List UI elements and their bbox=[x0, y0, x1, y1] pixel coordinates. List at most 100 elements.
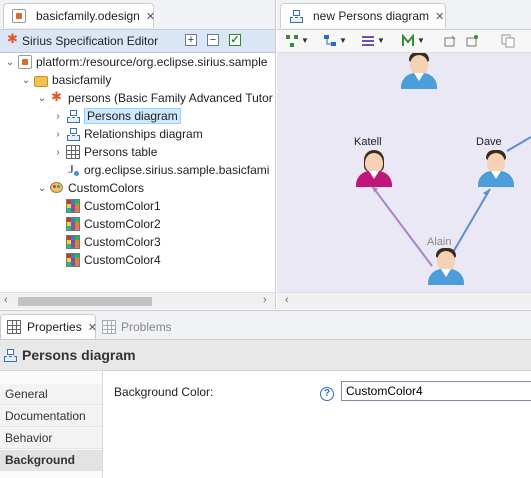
color-icon bbox=[66, 199, 80, 213]
properties-section-list: General Documentation Behavior Backgroun… bbox=[0, 371, 103, 478]
tree-item-persons-viewpoint[interactable]: ⌄ persons (Basic Family Advanced Tutor bbox=[36, 89, 273, 107]
tree-item-customcolor1[interactable]: CustomColor1 bbox=[52, 197, 161, 215]
diagram-editor: new Persons diagram ✕ ▼ ▼ ▼ ▼ Katell Dav… bbox=[277, 0, 531, 309]
tree-item-relationships-diagram[interactable]: › Relationships diagram bbox=[52, 125, 203, 143]
dropdown-arrow-icon[interactable]: ▼ bbox=[417, 36, 425, 45]
scrollbar-thumb[interactable] bbox=[18, 297, 152, 306]
person-node-alain[interactable] bbox=[426, 248, 466, 285]
collapse-all-button[interactable]: − bbox=[207, 34, 219, 46]
tree-item-platform-resource[interactable]: ⌄ platform:/resource/org.eclipse.sirius.… bbox=[4, 53, 267, 71]
filters-icon[interactable] bbox=[401, 33, 415, 48]
properties-header: Persons diagram bbox=[0, 340, 531, 371]
person-node-katell[interactable] bbox=[354, 150, 394, 187]
diagram-toolbar: ▼ ▼ ▼ ▼ bbox=[277, 30, 531, 53]
close-icon[interactable]: ✕ bbox=[88, 321, 97, 334]
editor-header: Sirius Specification Editor + − ✓ bbox=[0, 30, 275, 53]
odesign-editor: basicfamily.odesign ✕ Sirius Specificati… bbox=[0, 0, 276, 309]
tree-item-label: CustomColor2 bbox=[84, 217, 161, 231]
dropdown-arrow-icon[interactable]: ▼ bbox=[377, 36, 385, 45]
horizontal-scrollbar[interactable]: ‹ › bbox=[0, 292, 275, 309]
viewpoint-icon bbox=[50, 89, 64, 105]
expand-chevron-icon[interactable]: › bbox=[52, 111, 64, 122]
male-person-icon bbox=[487, 153, 505, 173]
tree-item-customcolors[interactable]: ⌄ CustomColors bbox=[36, 179, 144, 197]
tree-item-label: CustomColor1 bbox=[84, 199, 161, 213]
folder-icon bbox=[34, 75, 48, 87]
scroll-left-icon[interactable]: ‹ bbox=[4, 294, 8, 306]
background-color-field[interactable] bbox=[341, 381, 531, 401]
section-tab-documentation[interactable]: Documentation bbox=[0, 406, 102, 427]
male-person-icon bbox=[437, 251, 455, 271]
expand-chevron-icon[interactable]: › bbox=[52, 129, 64, 140]
tab-problems[interactable]: Problems bbox=[102, 320, 172, 334]
tree-item-customcolor3[interactable]: CustomColor3 bbox=[52, 233, 161, 251]
problems-icon bbox=[102, 320, 116, 334]
diagram-tabbar: new Persons diagram ✕ bbox=[277, 0, 531, 30]
edge-alain-katell[interactable] bbox=[371, 185, 433, 267]
diagram-icon bbox=[66, 127, 80, 141]
select-elements-icon[interactable] bbox=[285, 34, 299, 48]
expand-chevron-icon[interactable]: › bbox=[52, 147, 64, 158]
tree-item-label: Persons table bbox=[84, 145, 158, 159]
tab-basicfamily-odesign[interactable]: basicfamily.odesign ✕ bbox=[3, 3, 155, 28]
arrange-icon[interactable] bbox=[323, 34, 337, 48]
tree-item-label: Persons diagram bbox=[84, 108, 181, 124]
editor-title: Sirius Specification Editor bbox=[22, 34, 159, 48]
pin-icon[interactable] bbox=[443, 34, 457, 48]
tab-new-persons-diagram[interactable]: new Persons diagram ✕ bbox=[280, 3, 446, 28]
help-icon[interactable]: ? bbox=[320, 387, 334, 401]
layers-icon[interactable] bbox=[361, 34, 375, 48]
collapse-chevron-icon[interactable]: ⌄ bbox=[36, 183, 48, 194]
diagram-icon bbox=[66, 109, 80, 123]
close-icon[interactable]: ✕ bbox=[435, 10, 444, 23]
male-person-icon bbox=[410, 55, 428, 75]
dropdown-arrow-icon[interactable]: ▼ bbox=[339, 36, 347, 45]
section-tab-behavior[interactable]: Behavior bbox=[0, 428, 102, 449]
diagram-canvas[interactable]: Katell Dave Alain bbox=[277, 53, 531, 292]
java-icon bbox=[66, 162, 80, 177]
collapse-chevron-icon[interactable]: ⌄ bbox=[20, 75, 32, 86]
tab-label: basicfamily.odesign bbox=[36, 9, 140, 23]
color-icon bbox=[66, 253, 80, 267]
diagram-horizontal-scrollbar[interactable]: ‹ bbox=[277, 292, 531, 309]
tree-item-label: persons (Basic Family Advanced Tutor bbox=[68, 91, 273, 105]
tree-item-basicfamily[interactable]: ⌄ basicfamily bbox=[20, 71, 112, 89]
expand-all-button[interactable]: + bbox=[185, 34, 197, 46]
close-icon[interactable]: ✕ bbox=[146, 10, 155, 23]
tree-item-label: CustomColor4 bbox=[84, 253, 161, 267]
tree-item-customcolor2[interactable]: CustomColor2 bbox=[52, 215, 161, 233]
person-node-top[interactable] bbox=[399, 53, 439, 89]
properties-icon bbox=[7, 320, 21, 334]
palette-icon bbox=[50, 181, 64, 195]
resource-icon bbox=[18, 55, 32, 69]
tree-item-label: basicfamily bbox=[52, 73, 112, 87]
tree-item-customcolor4[interactable]: CustomColor4 bbox=[52, 251, 161, 269]
node-label-katell: Katell bbox=[354, 136, 382, 148]
collapse-chevron-icon[interactable]: ⌄ bbox=[36, 93, 48, 104]
tree-item-label: CustomColor3 bbox=[84, 235, 161, 249]
tree-item-persons-diagram[interactable]: › Persons diagram bbox=[52, 107, 181, 125]
unpin-icon[interactable] bbox=[465, 34, 479, 48]
odesign-file-icon bbox=[12, 9, 26, 23]
tab-label: new Persons diagram bbox=[313, 9, 430, 23]
tab-properties[interactable]: Properties ✕ bbox=[0, 314, 97, 339]
tree-item-label: org.eclipse.sirius.sample.basicfami bbox=[84, 163, 270, 177]
section-tab-background[interactable]: Background bbox=[0, 450, 102, 471]
scroll-left-icon[interactable]: ‹ bbox=[285, 294, 289, 306]
properties-view: Properties ✕ Problems Persons diagram Ge… bbox=[0, 310, 531, 478]
edge-dave-offscreen[interactable] bbox=[506, 136, 531, 152]
section-tab-general[interactable]: General bbox=[0, 384, 102, 405]
tree-item-java-extension[interactable]: org.eclipse.sirius.sample.basicfami bbox=[52, 161, 269, 179]
scroll-right-icon[interactable]: › bbox=[263, 294, 267, 306]
collapse-chevron-icon[interactable]: ⌄ bbox=[4, 57, 16, 68]
tree-item-label: CustomColors bbox=[68, 181, 145, 195]
tree-item-persons-table[interactable]: › Persons table bbox=[52, 143, 157, 161]
dropdown-arrow-icon[interactable]: ▼ bbox=[301, 36, 309, 45]
color-icon bbox=[66, 235, 80, 249]
node-label-dave: Dave bbox=[476, 136, 502, 148]
person-node-dave[interactable] bbox=[476, 150, 516, 187]
editor-tabbar: basicfamily.odesign ✕ bbox=[0, 0, 275, 30]
diagram-icon bbox=[289, 9, 303, 23]
copy-format-icon[interactable] bbox=[501, 34, 515, 48]
validate-button[interactable]: ✓ bbox=[229, 34, 241, 46]
